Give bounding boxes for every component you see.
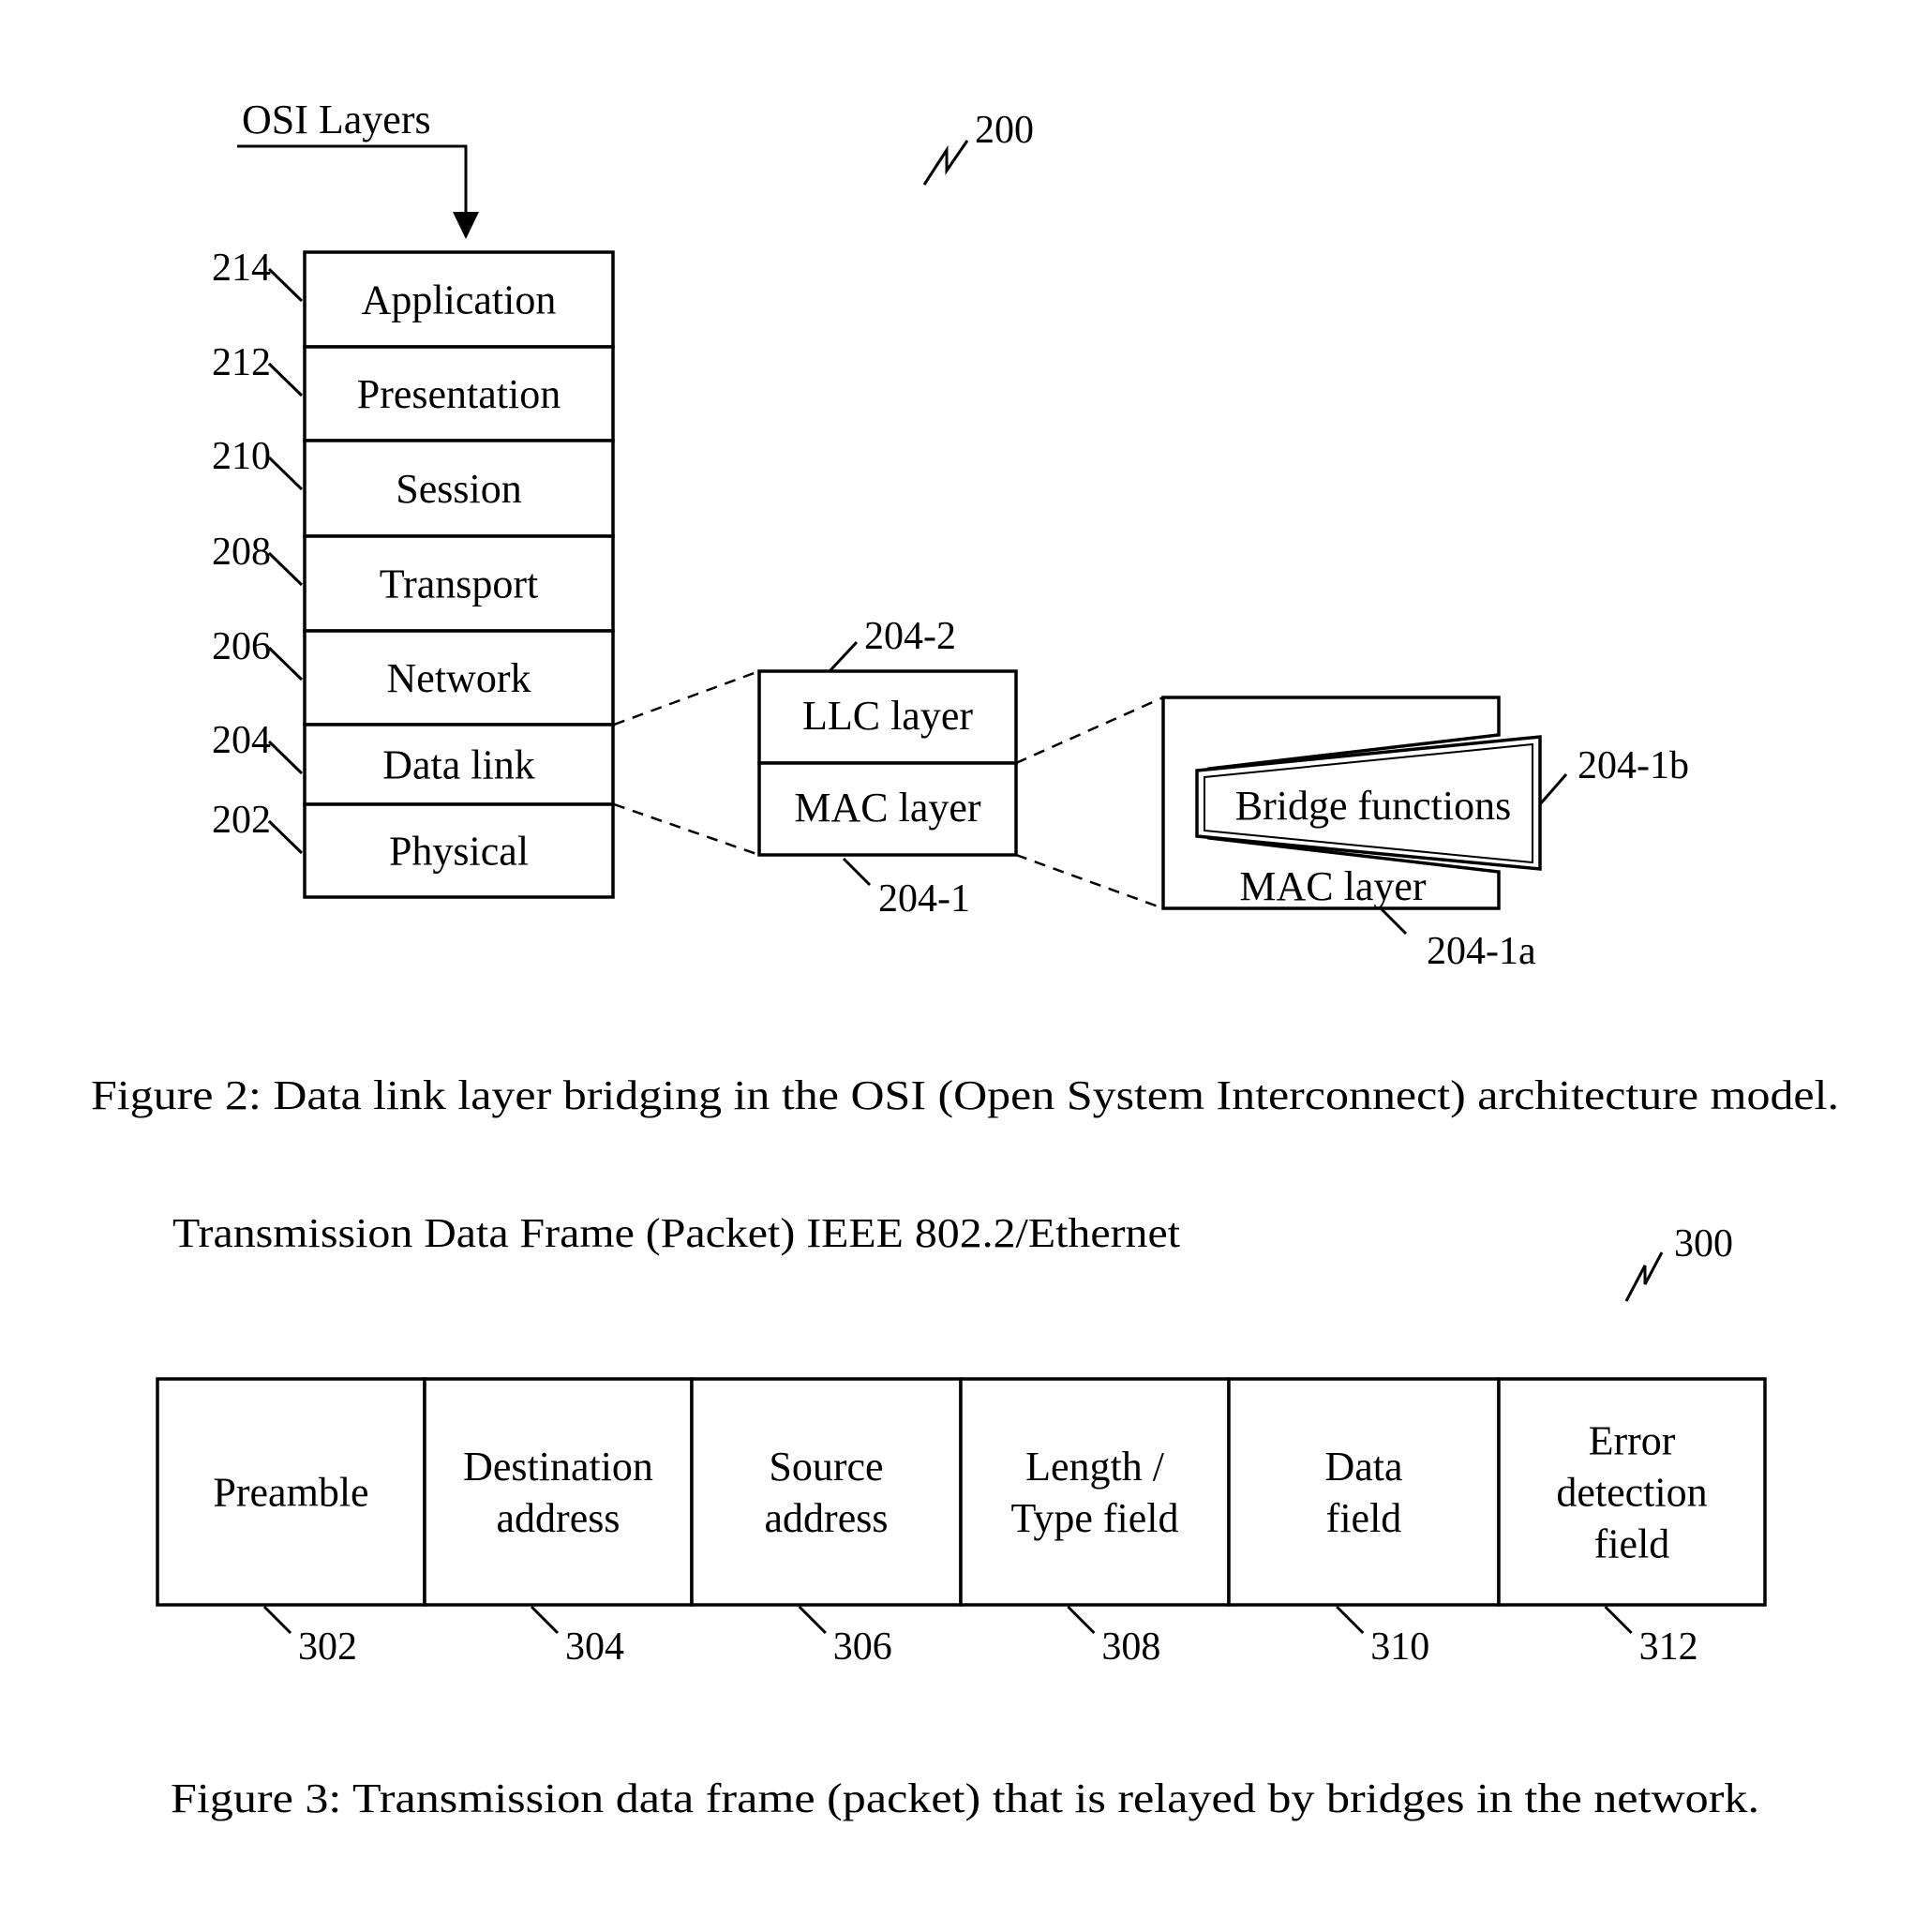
- ref-squiggle-icon: [922, 140, 969, 186]
- figure-3-title: Transmission Data Frame (Packet) IEEE 80…: [172, 1210, 1180, 1256]
- leader-line: [842, 857, 872, 887]
- expansion-line-bottom: [613, 802, 760, 857]
- ref-label: 304: [565, 1625, 624, 1669]
- layer-label: Session: [396, 466, 521, 512]
- leader-line: [267, 551, 304, 587]
- field-box: [959, 1377, 1231, 1607]
- osi-layer-application: Application 214: [212, 247, 615, 349]
- figure-3-ref-number: 300: [1674, 1222, 1733, 1266]
- ref-label: 308: [1101, 1625, 1160, 1669]
- layer-label: Presentation: [357, 371, 561, 417]
- layer-label: Data link: [382, 742, 535, 788]
- leader-line: [530, 1605, 560, 1635]
- data-link-sublayers: LLC layer MAC layer 204-2 204-1: [757, 615, 1018, 921]
- leader-line: [262, 1605, 292, 1635]
- figure-2: 200 OSI Layers Application 214 Presentatio…: [91, 97, 1839, 1118]
- field-label: Data: [1324, 1444, 1402, 1490]
- osi-layer-stack: Application 214 Presentation 212 Session 210 T…: [212, 247, 615, 899]
- ref-label-mac-detail: 204-1a: [1427, 930, 1536, 973]
- ref-label: 306: [833, 1625, 892, 1669]
- field-label: Error: [1589, 1418, 1676, 1464]
- osi-arrow-line: [237, 144, 468, 220]
- leader-line: [267, 362, 304, 397]
- ref-label: 204: [212, 719, 271, 762]
- leader-line: [267, 740, 304, 775]
- leader-line: [267, 646, 304, 681]
- mac-bridge-detail: Bridge functions MAC layer 204-1b 204-1a: [1161, 696, 1689, 973]
- layer-label: Transport: [380, 562, 539, 607]
- leader-line: [829, 640, 859, 672]
- osi-layer-network: Network 206: [212, 625, 615, 726]
- expansion-line-top: [1015, 696, 1164, 765]
- leader-line: [1067, 1605, 1096, 1635]
- ref-label-mac: 204-1: [878, 877, 970, 921]
- leader-line: [1378, 906, 1408, 936]
- ref-label: 312: [1639, 1625, 1698, 1669]
- field-label: field: [1326, 1495, 1402, 1541]
- expansion-line-top: [613, 669, 760, 726]
- arrow-down-icon: [453, 212, 479, 239]
- osi-layer-data-link: Data link 204: [212, 719, 615, 806]
- leader-line: [1538, 773, 1568, 805]
- ref-label-llc: 204-2: [864, 615, 956, 658]
- ref-label: 206: [212, 625, 271, 668]
- bridge-functions-label: Bridge functions: [1235, 783, 1512, 829]
- field-label: Type field: [1011, 1495, 1179, 1541]
- ref-label: 310: [1370, 1625, 1429, 1669]
- field-label: address: [765, 1495, 889, 1541]
- figure-3-caption: Figure 3: Transmission data frame (packe…: [171, 1775, 1759, 1821]
- osi-layer-transport: Transport 208: [212, 531, 615, 633]
- leader-line: [267, 456, 304, 491]
- field-label: detection: [1556, 1470, 1707, 1516]
- data-frame: Preamble 302 Destination address 304 Source ad…: [156, 1377, 1767, 1669]
- ref-label: 208: [212, 531, 271, 574]
- layer-label: Network: [387, 655, 531, 701]
- frame-field: Error detection field 312: [1497, 1377, 1767, 1669]
- figure-2-caption: Figure 2: Data link layer bridging in th…: [91, 1072, 1839, 1118]
- ref-squiggle-icon: [1624, 1251, 1664, 1302]
- leader-line: [267, 267, 304, 303]
- frame-field: Length / Type field 308: [959, 1377, 1231, 1669]
- osi-layer-physical: Physical 202: [212, 799, 615, 899]
- osi-layers-label: OSI Layers: [242, 97, 431, 142]
- osi-layer-session: Session 210: [212, 435, 615, 538]
- leader-line: [1604, 1605, 1633, 1635]
- layer-label: Physical: [389, 829, 529, 875]
- patent-figure-sheet: 200 OSI Layers Application 214 Presentatio…: [91, 97, 1839, 1821]
- ref-label: 212: [212, 341, 271, 384]
- field-label: address: [497, 1495, 621, 1541]
- field-label: field: [1594, 1521, 1670, 1567]
- frame-field: Data field 310: [1227, 1377, 1501, 1669]
- ref-label: 302: [298, 1625, 357, 1669]
- frame-field: Destination address 304: [423, 1377, 694, 1669]
- field-label: Destination: [463, 1444, 653, 1490]
- osi-layer-presentation: Presentation 212: [212, 341, 615, 442]
- field-box: [690, 1377, 963, 1607]
- mac-layer-label: MAC layer: [794, 785, 981, 831]
- ref-label-bridge: 204-1b: [1578, 744, 1689, 787]
- expansion-line-bottom: [1015, 853, 1164, 910]
- field-box: [1227, 1377, 1501, 1607]
- frame-field: Source address 306: [690, 1377, 963, 1669]
- mac-detail-label: MAC layer: [1239, 863, 1427, 909]
- llc-layer-label: LLC layer: [802, 693, 973, 739]
- field-label: Source: [769, 1444, 883, 1490]
- layer-label: Application: [362, 277, 557, 323]
- ref-label: 214: [212, 247, 271, 290]
- frame-field: Preamble 302: [156, 1377, 426, 1669]
- figure-2-ref-number: 200: [975, 109, 1034, 152]
- field-box: [423, 1377, 694, 1607]
- field-label: Length /: [1025, 1444, 1165, 1490]
- field-label: Preamble: [213, 1470, 368, 1516]
- ref-label: 210: [212, 435, 271, 478]
- ref-label: 202: [212, 799, 271, 842]
- figure-3: Transmission Data Frame (Packet) IEEE 80…: [156, 1210, 1767, 1821]
- leader-line: [1336, 1605, 1365, 1635]
- leader-line: [267, 819, 304, 855]
- leader-line: [798, 1605, 827, 1635]
